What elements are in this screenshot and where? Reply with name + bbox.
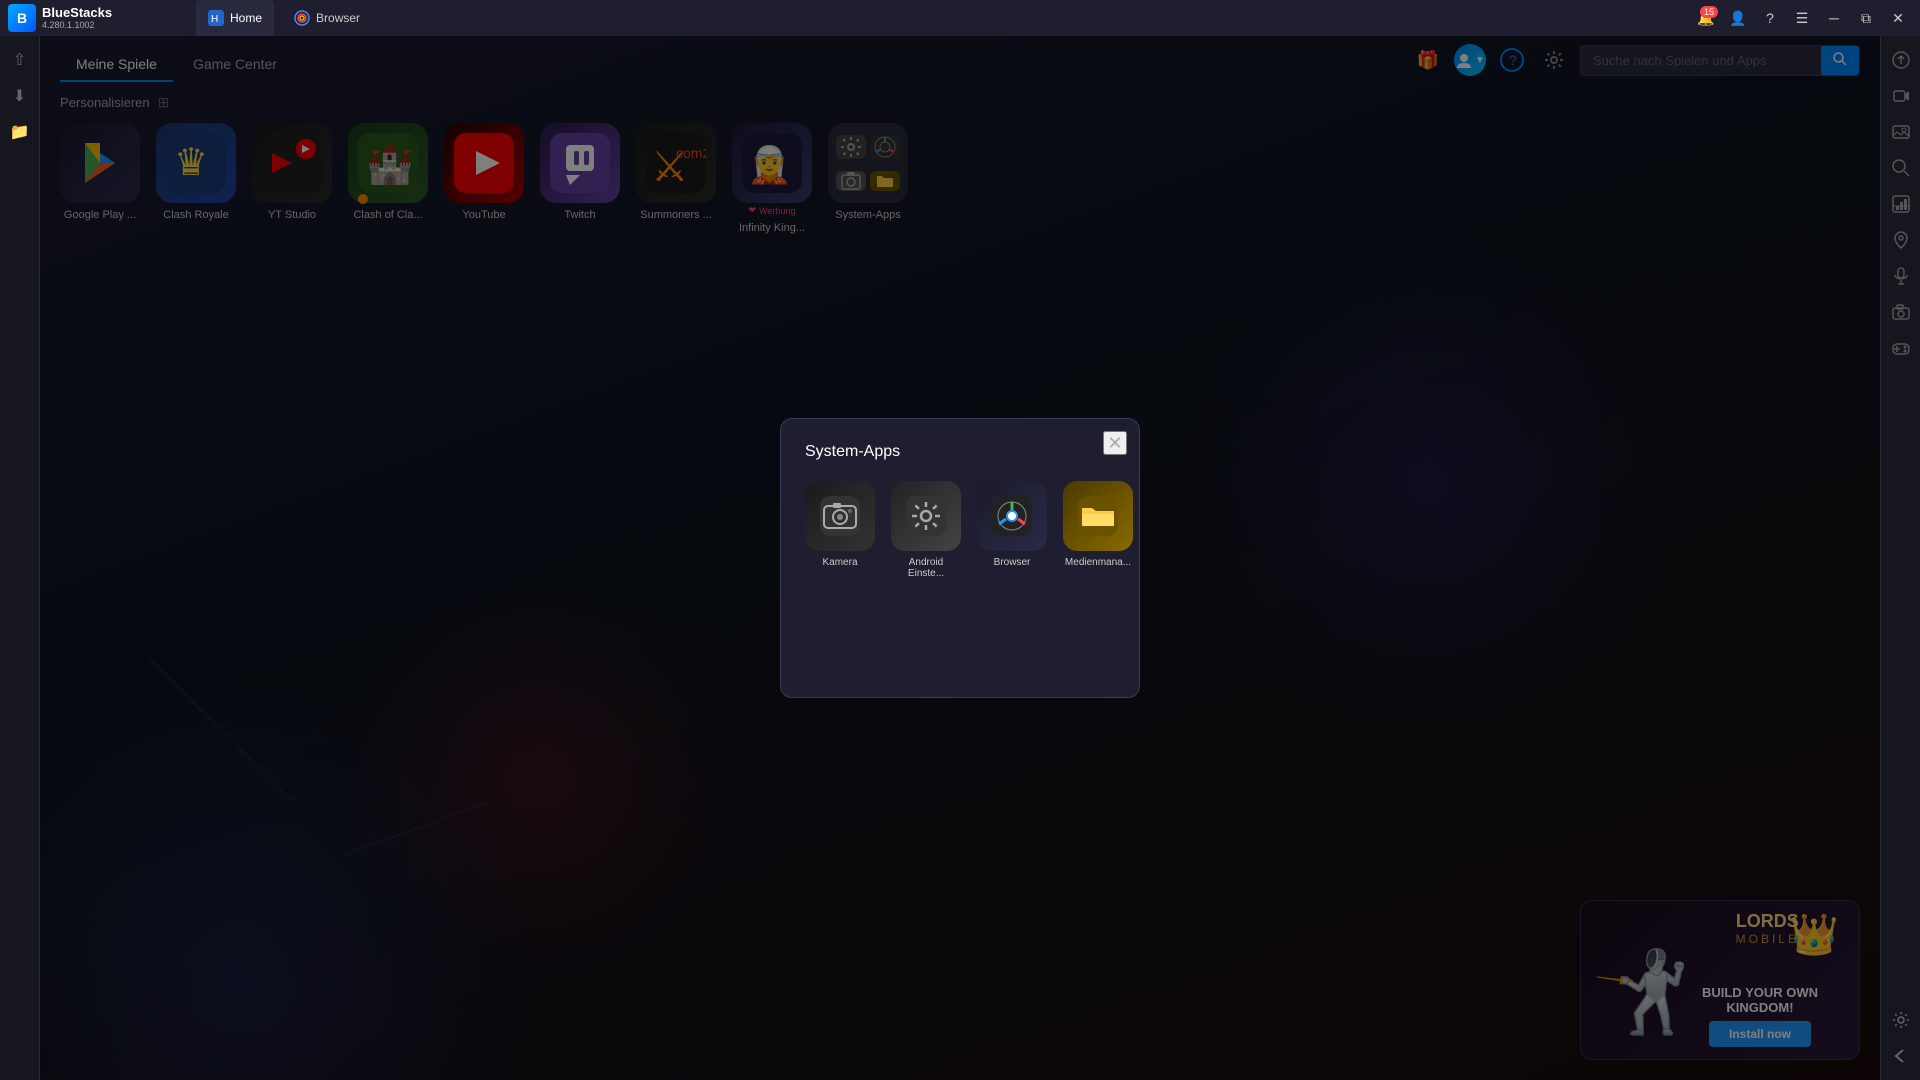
media-manager-icon bbox=[1063, 481, 1133, 551]
search-right-icon bbox=[1891, 158, 1911, 178]
notification-btn[interactable]: 🔔 15 bbox=[1692, 4, 1720, 32]
titlebar: B BlueStacks 4.280.1.1002 H Home Browser… bbox=[0, 0, 1920, 36]
home-tab-icon: H bbox=[208, 10, 224, 26]
right-icon-8[interactable] bbox=[1885, 296, 1917, 328]
home-tab-label: Home bbox=[230, 11, 262, 25]
location-icon bbox=[1891, 230, 1911, 250]
right-icon-settings[interactable] bbox=[1885, 1004, 1917, 1036]
browser-tab-icon bbox=[294, 10, 310, 26]
folder-svg-icon bbox=[1078, 496, 1118, 536]
media-manager-label: Medienmana... bbox=[1063, 557, 1133, 568]
sidebar-left: ⇧ ⬇ 📁 bbox=[0, 36, 40, 1080]
android-settings-icon bbox=[891, 481, 961, 551]
right-icon-7[interactable] bbox=[1885, 260, 1917, 292]
sidebar-download-icon[interactable]: ⬇ bbox=[4, 80, 36, 112]
modal-app-browser[interactable]: Browser bbox=[977, 481, 1047, 579]
camera-right-icon bbox=[1891, 302, 1911, 322]
app-logo: B BlueStacks 4.280.1.1002 bbox=[8, 4, 188, 32]
restore-btn[interactable]: ⧉ bbox=[1852, 4, 1880, 32]
camera-svg-icon bbox=[820, 496, 860, 536]
app-name: BlueStacks 4.280.1.1002 bbox=[42, 5, 112, 31]
right-icon-3[interactable] bbox=[1885, 116, 1917, 148]
right-icon-4[interactable] bbox=[1885, 152, 1917, 184]
right-icon-2[interactable] bbox=[1885, 80, 1917, 112]
browser-tab-label: Browser bbox=[316, 11, 360, 25]
modal-apps-grid: Kamera Android Einste... bbox=[805, 481, 1115, 579]
sidebar-folder-icon[interactable]: 📁 bbox=[4, 116, 36, 148]
account-btn[interactable]: 👤 bbox=[1724, 4, 1752, 32]
close-btn[interactable]: ✕ bbox=[1884, 4, 1912, 32]
system-apps-modal: System-Apps ✕ bbox=[780, 418, 1140, 698]
window-controls: 🔔 15 👤 ? ☰ ─ ⧉ ✕ bbox=[1692, 4, 1912, 32]
right-icon-back[interactable] bbox=[1885, 1040, 1917, 1072]
audio-icon bbox=[1891, 266, 1911, 286]
svg-text:H: H bbox=[211, 14, 218, 25]
notification-badge: 15 bbox=[1700, 6, 1718, 18]
kamera-label: Kamera bbox=[805, 557, 875, 568]
bluestacks-icon: B bbox=[8, 4, 36, 32]
help-btn[interactable]: ? bbox=[1756, 4, 1784, 32]
right-icon-1[interactable] bbox=[1885, 44, 1917, 76]
share-icon bbox=[1891, 50, 1911, 70]
gamepad-icon bbox=[1891, 338, 1911, 358]
browser-tab[interactable]: Browser bbox=[282, 0, 372, 36]
modal-title: System-Apps bbox=[805, 443, 1115, 461]
modal-app-media-manager[interactable]: Medienmana... bbox=[1063, 481, 1133, 579]
right-icon-9[interactable] bbox=[1885, 332, 1917, 364]
browser-icon bbox=[977, 481, 1047, 551]
main-content: Meine Spiele Game Center 🎁 ▼ ? bbox=[40, 36, 1880, 1080]
sidebar-right bbox=[1880, 36, 1920, 1080]
kamera-icon bbox=[805, 481, 875, 551]
minimize-btn[interactable]: ─ bbox=[1820, 4, 1848, 32]
main-area: ⇧ ⬇ 📁 Meine Spiele Game Center 🎁 bbox=[0, 36, 1920, 1080]
right-icon-5[interactable] bbox=[1885, 188, 1917, 220]
modal-app-android-settings[interactable]: Android Einste... bbox=[891, 481, 961, 579]
android-settings-label: Android Einste... bbox=[891, 557, 961, 579]
home-tab[interactable]: H Home bbox=[196, 0, 274, 36]
record-icon bbox=[1891, 86, 1911, 106]
sidebar-share-icon[interactable]: ⇧ bbox=[4, 44, 36, 76]
right-icon-6[interactable] bbox=[1885, 224, 1917, 256]
chrome-svg-icon bbox=[992, 496, 1032, 536]
photo-icon bbox=[1891, 122, 1911, 142]
analytics-icon bbox=[1891, 194, 1911, 214]
modal-close-button[interactable]: ✕ bbox=[1103, 431, 1127, 455]
main-settings-icon bbox=[1891, 1010, 1911, 1030]
menu-btn[interactable]: ☰ bbox=[1788, 4, 1816, 32]
android-settings-svg bbox=[906, 496, 946, 536]
modal-overlay[interactable]: System-Apps ✕ bbox=[40, 36, 1880, 1080]
back-icon bbox=[1891, 1046, 1911, 1066]
browser-label: Browser bbox=[977, 557, 1047, 568]
modal-app-kamera[interactable]: Kamera bbox=[805, 481, 875, 579]
